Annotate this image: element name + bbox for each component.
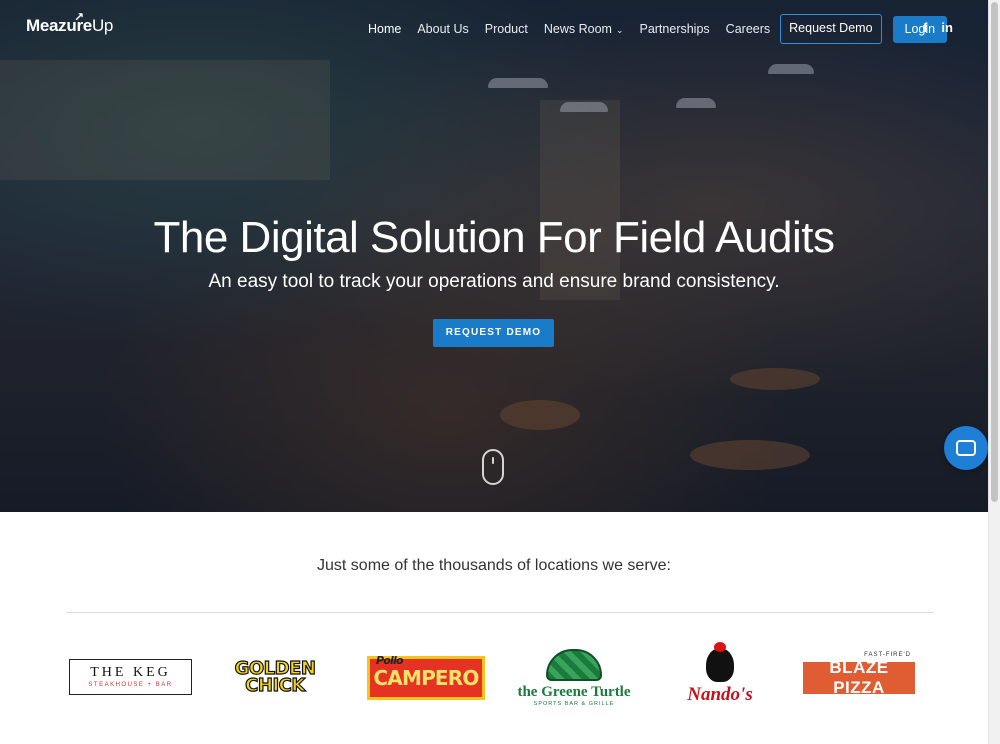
chevron-down-icon: ⌄ [615,24,624,35]
rooster-icon [706,642,734,682]
logo-pollo-campero: Pollo CAMPERO [367,654,485,700]
request-demo-button[interactable]: Request Demo [780,14,882,44]
logo-golden-chick: GOLDEN CHICK [222,656,328,698]
page-scrollbar[interactable] [988,0,1000,744]
logo-blaze-pizza: FAST-FIRE'D BLAZE PIZZA [803,652,915,697]
nav-news-room[interactable]: News Room ⌄ [536,15,632,44]
client-logos: THE KEG STEAKHOUSE + BAR GOLDEN CHICK Po… [0,640,988,715]
facebook-icon[interactable]: f [923,20,927,35]
hero-title: The Digital Solution For Field Audits [153,213,835,262]
hero-request-demo-button[interactable]: REQUEST DEMO [433,319,554,347]
logo-greene-turtle-sub: SPORTS BAR & GRILLE [533,701,615,707]
clients-heading: Just some of the thousands of locations … [317,557,671,574]
social-links: f in [923,20,953,35]
logo-pollo-campero-top: Pollo [376,654,404,667]
divider [66,612,934,613]
nav-partnerships[interactable]: Partnerships [631,15,717,43]
turtle-icon [546,649,602,681]
logo-the-keg: THE KEG STEAKHOUSE + BAR [69,659,192,695]
logo-greene-turtle: the Greene Turtle SPORTS BAR & GRILLE [508,644,640,712]
hero-subtitle: An easy tool to track your operations an… [208,271,780,292]
logo-nandos-name: Nando's [687,684,753,705]
logo[interactable]: MeazureUp ↗ [26,10,114,36]
nav-home[interactable]: Home [360,15,409,43]
main-nav: Home About Us Product News Room ⌄ Partner… [360,14,948,44]
nav-news-room-label: News Room [543,21,612,36]
logo-blaze-pizza-sub: FAST-FIRE'D [864,652,911,658]
logo-greene-turtle-name: the Greene Turtle [517,684,631,700]
logo-the-keg-sub: STEAKHOUSE + BAR [88,682,173,688]
nav-about-us[interactable]: About Us [409,15,476,43]
scrollbar-thumb[interactable] [991,2,998,502]
logo-pollo-campero-name: CAMPERO [373,666,479,690]
chat-icon [956,440,976,456]
scroll-down-icon[interactable] [482,449,504,485]
nav-careers[interactable]: Careers [718,15,778,43]
hero-section: MeazureUp ↗ Home About Us Product News R… [0,0,988,512]
logo-text-light: Up [91,16,114,35]
logo-nandos: Nando's [656,642,784,712]
logo-blaze-pizza-name: BLAZE PIZZA [829,658,889,697]
logo-arrow-icon: ↗ [74,10,84,24]
chat-launcher-button[interactable] [944,426,988,470]
logo-golden-chick-line2: CHICK [245,675,306,696]
nav-product[interactable]: Product [477,15,536,43]
logo-the-keg-name: THE KEG [90,665,171,680]
linkedin-icon[interactable]: in [941,20,953,35]
